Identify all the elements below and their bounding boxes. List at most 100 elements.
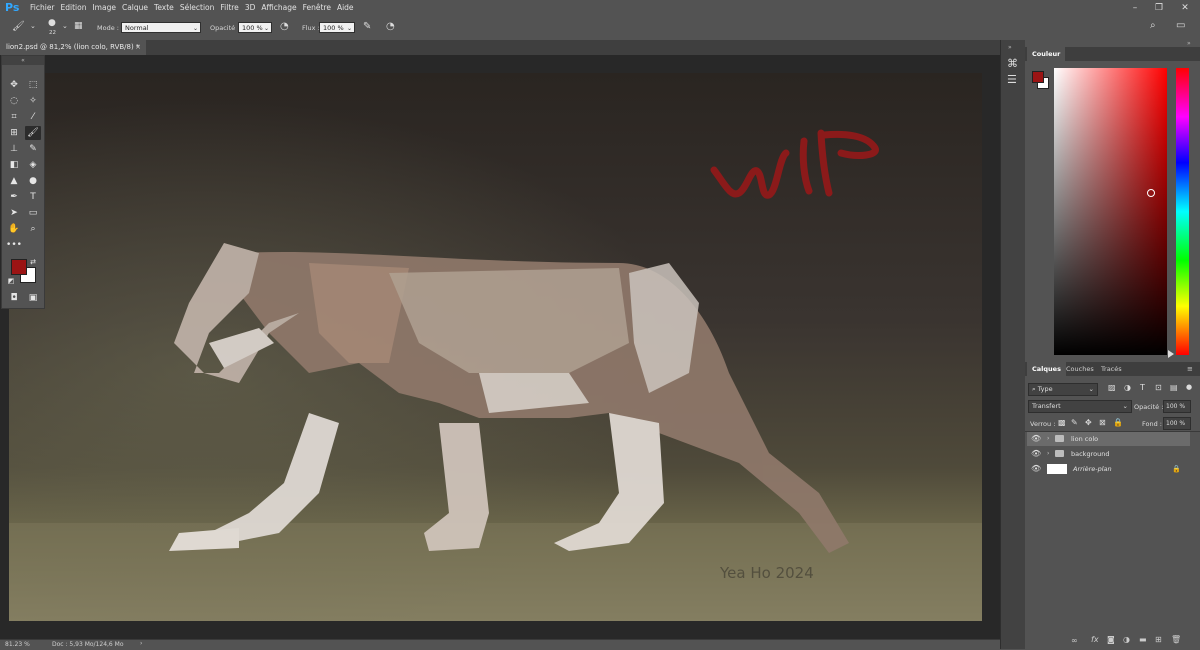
- zoom-level[interactable]: 81.23 %: [5, 641, 30, 648]
- document-canvas[interactable]: Yea Ho 2024: [9, 73, 982, 621]
- color-picker-field[interactable]: [1054, 68, 1167, 355]
- document-tab[interactable]: lion2.psd @ 81,2% (lion colo, RVB/8) * ×: [0, 40, 146, 55]
- menu-texte[interactable]: Texte: [154, 3, 174, 12]
- airbrush-icon[interactable]: ✎: [363, 21, 371, 32]
- paint-bucket-tool-icon[interactable]: ◈: [25, 158, 41, 172]
- lock-all-icon[interactable]: 🔒: [1113, 418, 1123, 427]
- zoom-tool-icon[interactable]: ⌕: [25, 222, 41, 236]
- fx-icon[interactable]: fx: [1091, 635, 1099, 644]
- layer-row-background[interactable]: 👁 › background: [1027, 447, 1190, 461]
- chevron-down-icon[interactable]: ⌄: [30, 22, 36, 30]
- mode-select[interactable]: Normal ⌄: [121, 22, 201, 33]
- collapse-icon[interactable]: »: [1187, 40, 1191, 47]
- pen-tool-icon[interactable]: ✒: [6, 190, 22, 204]
- crop-tool-icon[interactable]: ⌗: [6, 110, 22, 124]
- brush-tool-icon[interactable]: 🖌: [25, 126, 41, 140]
- tab-traces[interactable]: Tracés: [1096, 362, 1127, 376]
- menu-affichage[interactable]: Affichage: [261, 3, 296, 12]
- color-picker-cursor[interactable]: [1147, 189, 1155, 197]
- hand-tool-icon[interactable]: ✋: [6, 222, 22, 236]
- chevron-right-icon[interactable]: ›: [1047, 447, 1049, 461]
- menu-calque[interactable]: Calque: [122, 3, 148, 12]
- brush-panel-icon[interactable]: ▦: [74, 21, 83, 31]
- menu-3d[interactable]: 3D: [245, 3, 256, 12]
- eyedropper-tool-icon[interactable]: ⁄: [25, 110, 41, 124]
- filter-type-icon[interactable]: T: [1140, 383, 1145, 392]
- filter-toggle-icon[interactable]: ●: [1186, 383, 1192, 391]
- more-tools-icon[interactable]: •••: [6, 238, 22, 252]
- collapse-icon[interactable]: »: [1008, 44, 1012, 51]
- workspace-icon[interactable]: ▭: [1176, 20, 1185, 31]
- layer-filter-select[interactable]: ⌕ Type ⌄: [1028, 383, 1098, 396]
- new-layer-icon[interactable]: ⊞: [1155, 635, 1162, 644]
- visibility-eye-icon[interactable]: 👁: [1031, 432, 1041, 446]
- restore-button[interactable]: ❐: [1150, 0, 1168, 16]
- chevron-right-icon[interactable]: ›: [1047, 432, 1049, 446]
- quick-mask-icon[interactable]: ◘: [6, 291, 22, 305]
- history-brush-tool-icon[interactable]: ✎: [25, 142, 41, 156]
- filter-pixel-icon[interactable]: ▨: [1108, 383, 1116, 392]
- flow-input[interactable]: 100 % ⌄: [319, 22, 355, 33]
- search-icon[interactable]: ⌕: [1150, 20, 1156, 31]
- menu-fichier[interactable]: Fichier: [30, 3, 55, 12]
- filter-shape-icon[interactable]: ⊡: [1155, 383, 1162, 392]
- minimize-button[interactable]: –: [1126, 0, 1144, 16]
- menu-selection[interactable]: Sélection: [180, 3, 215, 12]
- new-group-icon[interactable]: ▬: [1139, 635, 1147, 644]
- trash-icon[interactable]: 🗑: [1171, 635, 1181, 644]
- healing-tool-icon[interactable]: ⊞: [6, 126, 22, 140]
- brush-preset-icon[interactable]: ●: [48, 18, 56, 28]
- menu-fenetre[interactable]: Fenêtre: [303, 3, 331, 12]
- visibility-eye-icon[interactable]: 👁: [1031, 447, 1041, 461]
- rectangle-tool-icon[interactable]: ▭: [25, 206, 41, 220]
- default-colors-icon[interactable]: ◩: [6, 274, 16, 288]
- menu-edition[interactable]: Edition: [61, 3, 87, 12]
- magic-wand-tool-icon[interactable]: ✧: [25, 94, 41, 108]
- dodge-tool-icon[interactable]: ●: [25, 174, 41, 188]
- brush-tool-icon[interactable]: 🖌: [12, 21, 25, 32]
- tab-couleur[interactable]: Couleur: [1027, 47, 1066, 61]
- lock-position-icon[interactable]: ✥: [1085, 418, 1092, 427]
- lasso-tool-icon[interactable]: ◌: [6, 94, 22, 108]
- chevron-down-icon[interactable]: ⌄: [62, 22, 68, 30]
- filter-smart-icon[interactable]: ▤: [1170, 383, 1178, 392]
- swap-colors-icon[interactable]: ⇄: [28, 255, 38, 269]
- layer-row-arriere-plan[interactable]: 👁 Arrière-plan 🔒: [1027, 462, 1190, 476]
- layer-row-lion-colo[interactable]: 👁 › lion colo: [1027, 432, 1190, 446]
- menu-image[interactable]: Image: [92, 3, 116, 12]
- stamp-tool-icon[interactable]: ⊥: [6, 142, 22, 156]
- color-fg-swatch[interactable]: [1032, 71, 1044, 83]
- lock-pixels-icon[interactable]: ✎: [1071, 418, 1078, 427]
- properties-panel-icon[interactable]: ☰: [1007, 73, 1017, 86]
- fill-input[interactable]: 100 %: [1163, 417, 1191, 430]
- type-tool-icon[interactable]: T: [25, 190, 41, 204]
- move-tool-icon[interactable]: ✥: [6, 78, 22, 92]
- lock-transparent-icon[interactable]: ▩: [1058, 418, 1066, 427]
- mask-icon[interactable]: ◙: [1107, 635, 1115, 644]
- panel-menu-icon[interactable]: ≡: [1187, 365, 1193, 373]
- link-layers-icon[interactable]: ∞: [1071, 636, 1078, 645]
- blend-mode-select[interactable]: Transfert ⌄: [1028, 400, 1132, 413]
- menu-filtre[interactable]: Filtre: [220, 3, 238, 12]
- marquee-tool-icon[interactable]: ⬚: [25, 78, 41, 92]
- close-window-button[interactable]: ✕: [1176, 0, 1194, 16]
- hue-slider-handle[interactable]: [1168, 350, 1174, 358]
- toolbar-grip[interactable]: «: [2, 56, 44, 65]
- path-selection-tool-icon[interactable]: ➤: [6, 206, 22, 220]
- pressure-opacity-icon[interactable]: ◔: [280, 21, 289, 32]
- history-panel-icon[interactable]: ⌘: [1007, 57, 1018, 70]
- hue-slider[interactable]: [1176, 68, 1189, 355]
- menu-aide[interactable]: Aide: [337, 3, 354, 12]
- filter-adjustment-icon[interactable]: ◑: [1124, 383, 1131, 392]
- eraser-tool-icon[interactable]: ◧: [6, 158, 22, 172]
- foreground-color-swatch[interactable]: [11, 259, 27, 275]
- close-tab-icon[interactable]: ×: [135, 40, 141, 55]
- adjustment-icon[interactable]: ◑: [1123, 635, 1130, 644]
- tab-couches[interactable]: Couches: [1061, 362, 1099, 376]
- status-arrow-icon[interactable]: ›: [140, 640, 142, 647]
- opacity-input[interactable]: 100 % ⌄: [238, 22, 272, 33]
- blur-tool-icon[interactable]: ▲: [6, 174, 22, 188]
- lock-artboard-icon[interactable]: ⊠: [1099, 418, 1106, 427]
- layer-opacity-input[interactable]: 100 %: [1163, 400, 1191, 413]
- pressure-size-icon[interactable]: ◔: [386, 21, 395, 32]
